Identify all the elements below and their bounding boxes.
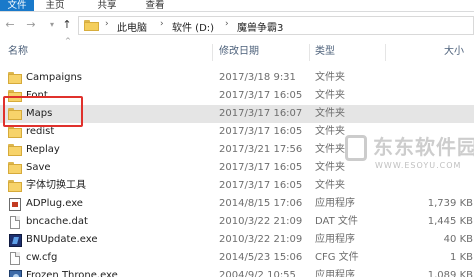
column-header-size[interactable]: 大小	[441, 41, 464, 63]
column-header-name[interactable]: 名称	[5, 41, 28, 63]
file-type: DAT 文件	[315, 216, 358, 227]
breadcrumb-separator-icon[interactable]: ›	[105, 19, 109, 29]
file-date: 2014/5/23 15:06	[219, 252, 303, 263]
file-type: 文件夹	[315, 90, 345, 101]
folder-icon	[8, 126, 23, 138]
file-size	[390, 87, 474, 105]
file-row-frozen-throne[interactable]: Frozen Throne.exe 2004/9/2 10:55 应用程序 1,…	[0, 267, 474, 277]
folder-icon	[84, 20, 99, 31]
watermark-url: WWW.ESOYU.COM	[375, 161, 462, 170]
file-name: bncache.dat	[26, 216, 88, 227]
folder-icon	[8, 162, 23, 174]
watermark-logo-icon	[345, 135, 367, 161]
file-type: 文件夹	[315, 144, 345, 155]
column-divider[interactable]	[212, 44, 213, 61]
recent-locations-chevron-icon[interactable]: ▾	[45, 18, 59, 32]
column-header-date[interactable]: 修改日期	[216, 41, 259, 63]
file-name: cw.cfg	[26, 252, 58, 263]
column-header-type[interactable]: 类型	[312, 41, 335, 63]
file-row-bnupdate[interactable]: BNUpdate.exe 2010/3/22 21:09 应用程序 40 KB	[0, 231, 474, 249]
file-date: 2014/8/15 17:06	[219, 198, 303, 209]
file-name: Replay	[26, 144, 60, 155]
file-date: 2010/3/22 21:09	[219, 234, 303, 245]
file-size: 40 KB	[443, 234, 473, 245]
up-arrow-icon[interactable]: ↑	[60, 18, 74, 32]
file-name: ADPlug.exe	[26, 198, 83, 209]
file-size: 1,739 KB	[427, 198, 473, 209]
breadcrumb-drive[interactable]: 软件 (D:)	[172, 19, 214, 34]
file-size: 1 KB	[450, 252, 473, 263]
file-date: 2004/9/2 10:55	[219, 270, 296, 277]
file-name: 字体切换工具	[26, 180, 86, 191]
file-type: 文件夹	[315, 180, 345, 191]
column-divider[interactable]	[385, 44, 386, 61]
site-watermark: 东东软件园 WWW.ESOYU.COM	[345, 127, 474, 197]
file-size: 1,089 KB	[427, 270, 473, 277]
column-headers: 名称 修改日期 类型 大小	[0, 41, 474, 63]
file-type: 文件夹	[315, 126, 345, 137]
navigation-bar: ← → ▾ ↑ › 此电脑 › 软件 (D:) › 魔兽争霸3	[0, 12, 474, 38]
adplug-exe-icon	[8, 198, 23, 211]
file-date: 2017/3/17 16:05	[219, 180, 303, 191]
file-row-bncache[interactable]: bncache.dat 2010/3/22 21:09 DAT 文件 1,445…	[0, 213, 474, 231]
breadcrumb-separator-icon[interactable]: ›	[225, 19, 229, 29]
file-row-campaigns[interactable]: Campaigns 2017/3/18 9:31 文件夹	[0, 69, 474, 87]
file-date: 2017/3/17 16:05	[219, 90, 303, 101]
file-date: 2017/3/17 16:05	[219, 126, 303, 137]
file-date: 2017/3/18 9:31	[219, 72, 296, 83]
cfg-file-icon	[8, 252, 23, 265]
breadcrumb-separator-icon[interactable]: ›	[160, 19, 164, 29]
file-size: 1,445 KB	[427, 216, 473, 227]
file-date: 2010/3/22 21:09	[219, 216, 303, 227]
file-type: 文件夹	[315, 108, 345, 119]
watermark-logo-text: 东东软件园	[373, 135, 474, 159]
file-type: 文件夹	[315, 162, 345, 173]
forward-arrow-icon[interactable]: →	[24, 18, 38, 32]
file-type: 应用程序	[315, 270, 355, 277]
file-date: 2017/3/17 16:05	[219, 162, 303, 173]
folder-icon	[8, 144, 23, 156]
breadcrumb-current-folder[interactable]: 魔兽争霸3	[237, 19, 283, 34]
file-row-adplug[interactable]: ADPlug.exe 2014/8/15 17:06 应用程序 1,739 KB	[0, 195, 474, 213]
maps-highlight-box	[3, 96, 83, 127]
file-type: CFG 文件	[315, 252, 359, 263]
breadcrumb-this-pc[interactable]: 此电脑	[117, 19, 147, 34]
file-size	[390, 105, 474, 123]
folder-icon	[8, 180, 23, 192]
ribbon-tabs: 文件 主页 共享 查看	[0, 0, 474, 11]
tab-share[interactable]: 共享	[92, 0, 122, 11]
file-name: Frozen Throne.exe	[26, 270, 118, 277]
file-name: BNUpdate.exe	[26, 234, 98, 245]
back-arrow-icon[interactable]: ←	[3, 18, 17, 32]
column-divider[interactable]	[309, 44, 310, 61]
file-type: 应用程序	[315, 234, 355, 245]
tab-file[interactable]: 文件	[0, 0, 34, 11]
file-type: 应用程序	[315, 198, 355, 209]
file-name: Save	[26, 162, 51, 173]
file-name: Campaigns	[26, 72, 83, 83]
bnupdate-exe-icon	[8, 234, 23, 247]
file-date: 2017/3/21 17:56	[219, 144, 303, 155]
file-row-cw-cfg[interactable]: cw.cfg 2014/5/23 15:06 CFG 文件 1 KB	[0, 249, 474, 267]
tab-view[interactable]: 查看	[140, 0, 170, 11]
folder-icon	[8, 72, 23, 84]
frozen-throne-exe-icon	[8, 270, 23, 277]
dat-file-icon	[8, 216, 23, 229]
file-date: 2017/3/17 16:07	[219, 108, 303, 119]
file-size	[390, 69, 474, 87]
address-bar[interactable]: › 此电脑 › 软件 (D:) › 魔兽争霸3	[78, 16, 474, 35]
file-type: 文件夹	[315, 72, 345, 83]
tab-home[interactable]: 主页	[40, 0, 70, 11]
